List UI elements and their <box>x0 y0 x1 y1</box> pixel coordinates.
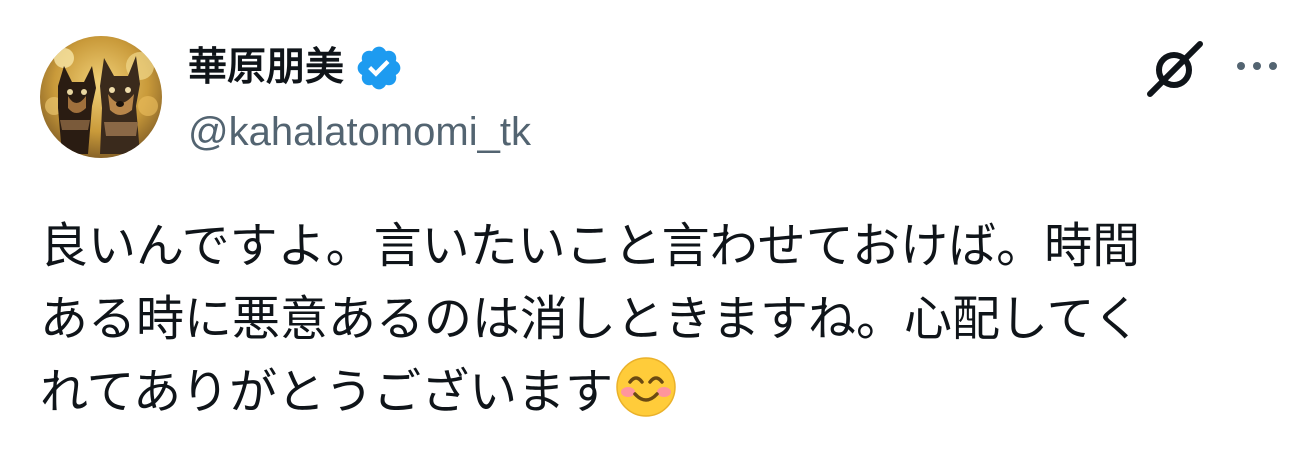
tweet-text-line: れてありがとうございます <box>40 356 1265 429</box>
author-handle[interactable]: @kahalatomomi_tk <box>188 106 531 158</box>
more-options-icon[interactable] <box>1232 48 1282 84</box>
grok-icon[interactable] <box>1144 36 1208 100</box>
verified-badge-icon <box>357 46 401 90</box>
author-name-row: 華原朋美 <box>188 40 404 96</box>
tweet-text: 良いんですよ。言いたいこと言わせておけば。時間 ある時に悪意あるのは消しときます… <box>40 210 1265 429</box>
author-display-name[interactable]: 華原朋美 <box>188 40 344 96</box>
tweet-text-line: 良いんですよ。言いたいこと言わせておけば。時間 <box>40 218 1141 274</box>
avatar-image <box>40 36 162 158</box>
tweet-text-line: ある時に悪意あるのは消しときますね。心配してく <box>40 291 1142 347</box>
smiling-face-emoji-icon <box>615 356 677 418</box>
avatar[interactable] <box>40 36 162 158</box>
tweet-text-line-content: れてありがとうございます <box>40 364 614 420</box>
